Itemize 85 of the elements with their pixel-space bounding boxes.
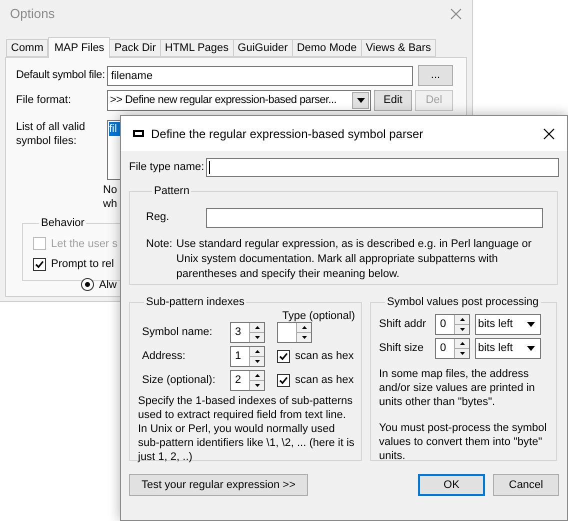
tab[interactable]: GuiGuider: [232, 39, 293, 57]
regex-field[interactable]: [206, 208, 543, 228]
tab[interactable]: Demo Mode: [292, 39, 362, 57]
info-text: In some map files, the address and/or size values are printed in units other than "bytes".: [379, 366, 536, 408]
tab[interactable]: Comm: [6, 39, 48, 57]
field-label: Address:: [141, 348, 186, 364]
symbol-file-field[interactable]: filename: [107, 66, 413, 86]
tab[interactable]: MAP Files: [48, 37, 110, 58]
check-icon: [35, 260, 44, 269]
spin-up-button[interactable]: [250, 370, 264, 380]
up-arrow-icon: [254, 350, 260, 352]
edit-button[interactable]: Edit: [374, 90, 412, 111]
note-text: No: [103, 183, 118, 197]
info-text: You must post-process the symbol values to convert them into "byte" units.: [379, 420, 548, 462]
down-arrow-icon: [302, 336, 306, 338]
format-dropdown[interactable]: >> Define new regular expression-based parser...: [107, 90, 371, 111]
test-button[interactable]: Test your regular expression >>: [129, 474, 308, 496]
caret-icon: [356, 98, 364, 103]
radio-button[interactable]: [81, 278, 94, 292]
field-label: Symbol name:: [141, 324, 214, 340]
tab[interactable]: HTML Pages: [160, 39, 234, 57]
field-label: Default symbol file:: [16, 68, 106, 84]
up-arrow-icon: [460, 318, 464, 320]
check-icon: [279, 376, 288, 384]
close-icon: [450, 8, 462, 20]
cancel-button[interactable]: Cancel: [493, 474, 559, 496]
down-arrow-icon: [254, 336, 260, 338]
number-spinner[interactable]: 2: [230, 370, 265, 390]
caret-icon: [527, 346, 535, 350]
note-label: Note:: [146, 236, 172, 252]
field-label: List of all valid symbol files:: [16, 120, 86, 149]
up-arrow-icon: [302, 326, 306, 328]
tab[interactable]: Views & Bars: [360, 39, 436, 57]
checkbox[interactable]: [277, 350, 290, 362]
window-title: Options: [10, 5, 55, 24]
unit-dropdown[interactable]: bits left: [475, 314, 541, 334]
group-title: Behavior: [40, 216, 86, 231]
up-arrow-icon: [254, 374, 260, 376]
close-icon: [543, 128, 555, 140]
group-title: Symbol values post processing: [386, 295, 540, 310]
field-label: Size (optional):: [141, 372, 216, 388]
option-label: scan as hex: [295, 348, 354, 364]
option-label: Prompt to rel: [51, 257, 114, 272]
number-spinner[interactable]: [277, 322, 312, 342]
up-arrow-icon: [460, 342, 464, 344]
field-label: Shift addr: [379, 316, 428, 332]
unit-dropdown[interactable]: bits left: [475, 338, 541, 358]
note-text: Use standard regular expression, as is described e.g. in Perl language or Unix system documentation. Mark all appropriate subpatterns with parentheses and specify their meaning below.: [176, 236, 533, 282]
field-label: Reg.: [146, 210, 170, 226]
caret-icon: [527, 322, 535, 326]
note-text: wh: [103, 197, 118, 211]
check-icon: [279, 352, 288, 360]
group-title: Pattern: [153, 184, 190, 199]
ok-button[interactable]: OK: [418, 474, 485, 496]
checkbox[interactable]: [277, 374, 290, 386]
option-label: Alw: [99, 278, 117, 292]
text-cursor: [209, 161, 210, 174]
spin-up-button[interactable]: [297, 322, 311, 332]
option-label: Let the user s: [51, 236, 118, 252]
field-label: Shift size: [379, 340, 425, 356]
spin-up-button[interactable]: [455, 314, 469, 324]
field-label: File format:: [16, 93, 72, 108]
window-icon: [133, 130, 144, 137]
number-spinner[interactable]: 0: [435, 338, 470, 358]
window-title: Define the regular expression-based symbol parser: [151, 126, 424, 142]
description-text: Specify the 1-based indexes of sub-patterns used to extract required field from text line. In Unix or Perl, you would normally used sub-pattern identifiers like \1, \2, ... (here it is just 1, 2, ..): [138, 394, 355, 464]
number-spinner[interactable]: 1: [230, 346, 265, 366]
spin-up-button[interactable]: [250, 346, 264, 356]
down-arrow-icon: [460, 352, 464, 354]
file-type-field[interactable]: [206, 158, 559, 177]
down-arrow-icon: [460, 328, 464, 330]
down-arrow-icon: [254, 360, 260, 362]
browse-button[interactable]: ...: [418, 65, 453, 86]
spin-up-button[interactable]: [250, 322, 264, 332]
spin-up-button[interactable]: [455, 338, 469, 348]
up-arrow-icon: [254, 326, 260, 328]
tab[interactable]: Pack Dir: [109, 39, 161, 57]
number-spinner[interactable]: 0: [435, 314, 470, 334]
number-spinner[interactable]: 3: [230, 322, 265, 342]
group-title: Sub-pattern indexes: [145, 295, 246, 310]
checkbox[interactable]: [33, 258, 46, 271]
option-label: scan as hex: [295, 372, 354, 388]
column-header: Type (optional): [282, 308, 355, 322]
down-arrow-icon: [254, 384, 260, 386]
field-label: File type name:: [129, 160, 204, 176]
